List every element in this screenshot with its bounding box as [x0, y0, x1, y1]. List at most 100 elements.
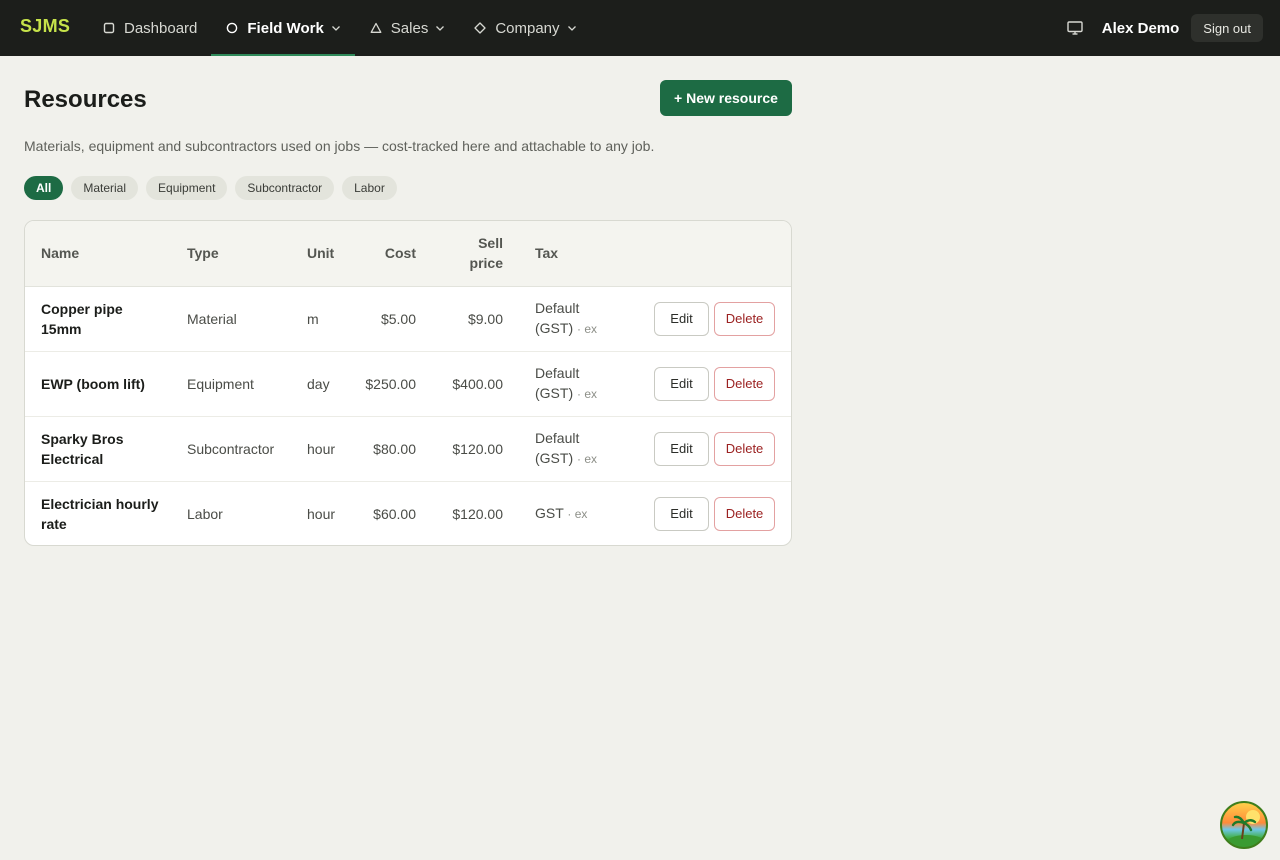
tax-text: (GST): [535, 385, 574, 401]
nav-label: Dashboard: [124, 19, 198, 37]
island-icon: [1226, 810, 1266, 847]
tax-text: Default: [535, 430, 580, 446]
filter-chip-all[interactable]: All: [24, 176, 64, 200]
chevron-down-icon: [435, 23, 445, 33]
table-row: Electrician hourly rate Labor hour $60.00…: [25, 481, 791, 545]
page-title: Resources: [24, 86, 147, 113]
resource-type: Material: [187, 286, 307, 352]
nav-item-company[interactable]: Company: [459, 0, 590, 56]
diamond-icon: [473, 21, 487, 35]
user-name: Alex Demo: [1101, 19, 1180, 37]
sign-out-button[interactable]: Sign out: [1191, 14, 1263, 42]
resources-table-card: Name Type Unit Cost Sell price Tax Copper…: [24, 220, 792, 546]
triangle-icon: [369, 21, 383, 35]
name-text: Electrician hourly: [41, 495, 159, 512]
name-text: Electrical: [41, 450, 104, 467]
nav-label: Field Work: [247, 19, 324, 37]
resource-type: Labor: [187, 505, 223, 522]
tax-text: Default: [535, 300, 580, 316]
nav-label: Sales: [390, 19, 429, 37]
nav-item-field-work[interactable]: Field Work: [211, 0, 356, 56]
column-header-type: Type: [187, 221, 307, 287]
row-actions: Edit Delete: [619, 416, 791, 482]
tax-text: (GST): [535, 450, 574, 466]
delete-button[interactable]: Delete: [714, 301, 775, 336]
resource-name: Sparky Bros Electrical: [25, 416, 187, 482]
resource-unit: day: [307, 351, 351, 417]
resources-table: Name Type Unit Cost Sell price Tax Copper…: [25, 221, 791, 545]
resource-cost: $5.00: [351, 286, 416, 352]
resource-tax: GST · ex: [503, 481, 619, 545]
circle-icon: [225, 21, 239, 35]
resource-tax: Default (GST) · ex: [503, 416, 619, 482]
row-actions: Edit Delete: [619, 351, 791, 417]
table-row: Sparky Bros Electrical Subcontractor hour…: [25, 416, 791, 482]
row-actions: Edit Delete: [619, 481, 791, 545]
resource-sell-price: $120.00: [452, 505, 503, 522]
resource-unit: m: [307, 286, 351, 352]
table-header-row: Name Type Unit Cost Sell price Tax: [25, 221, 791, 287]
name-text: EWP (boom lift): [41, 375, 145, 392]
edit-button[interactable]: Edit: [654, 496, 709, 531]
new-resource-button[interactable]: + New resource: [660, 80, 792, 116]
user-area: Alex Demo Sign out: [1066, 12, 1263, 44]
header-text: Sell: [478, 235, 503, 252]
resource-name: Copper pipe 15mm: [25, 286, 187, 352]
table-row: Copper pipe 15mm Material m $5.00 $9.00 D…: [25, 286, 791, 352]
filter-chip-labor[interactable]: Labor: [342, 176, 397, 200]
tax-text: GST: [535, 505, 564, 522]
name-text: 15mm: [41, 320, 82, 337]
top-navigation-bar: SJMS Dashboard Field Work Sales Company …: [0, 0, 1280, 56]
nav-item-sales[interactable]: Sales: [355, 0, 460, 56]
resource-cost: $80.00: [351, 416, 416, 482]
tax-mode: · ex: [567, 507, 588, 522]
edit-button[interactable]: Edit: [654, 301, 709, 336]
name-text: Copper pipe: [41, 300, 123, 317]
name-text: Sparky Bros: [41, 430, 124, 447]
delete-button[interactable]: Delete: [714, 496, 775, 531]
resource-sell-price: $400.00: [416, 351, 503, 417]
table-row: EWP (boom lift) Equipment day $250.00 $4…: [25, 351, 791, 417]
monitor-icon[interactable]: [1066, 19, 1084, 37]
resource-type: Equipment: [187, 351, 307, 417]
main-nav: Dashboard Field Work Sales Company: [88, 0, 591, 56]
tax-mode: · ex: [577, 322, 598, 336]
type-filter-chips: All Material Equipment Subcontractor Lab…: [24, 176, 397, 200]
edit-button[interactable]: Edit: [654, 431, 709, 466]
column-header-unit: Unit: [307, 221, 351, 287]
row-actions: Edit Delete: [619, 286, 791, 352]
column-header-name: Name: [25, 221, 187, 287]
header-text: price: [469, 255, 503, 272]
app-logo[interactable]: SJMS: [20, 16, 70, 37]
resource-sell-price: $120.00: [416, 416, 503, 482]
resource-cost: $60.00: [373, 505, 416, 522]
name-text: rate: [41, 515, 67, 532]
resource-tax: Default (GST) · ex: [503, 351, 619, 417]
delete-button[interactable]: Delete: [714, 366, 775, 401]
delete-button[interactable]: Delete: [714, 431, 775, 466]
chevron-down-icon: [331, 23, 341, 33]
tax-mode: · ex: [577, 387, 598, 401]
column-header-tax: Tax: [503, 221, 619, 287]
square-icon: [102, 21, 116, 35]
resource-unit: hour: [307, 416, 351, 482]
resource-unit: hour: [307, 505, 336, 522]
resource-cost: $250.00: [351, 351, 416, 417]
tax-mode: · ex: [577, 452, 598, 466]
nav-item-dashboard[interactable]: Dashboard: [88, 0, 211, 56]
resource-name: EWP (boom lift): [25, 351, 187, 417]
filter-chip-equipment[interactable]: Equipment: [146, 176, 228, 200]
tax-text: Default: [535, 365, 580, 381]
assistant-avatar-button[interactable]: [1220, 801, 1268, 849]
resource-name: Electrician hourly rate: [25, 481, 187, 545]
resource-tax: Default (GST) · ex: [503, 286, 619, 352]
column-header-cost: Cost: [351, 221, 416, 287]
tax-text: (GST): [535, 320, 574, 336]
filter-chip-subcontractor[interactable]: Subcontractor: [235, 176, 335, 200]
column-header-actions: [619, 221, 791, 287]
nav-label: Company: [495, 19, 560, 37]
filter-chip-material[interactable]: Material: [71, 176, 139, 200]
resource-type: Subcontractor: [187, 416, 307, 482]
resource-sell-price: $9.00: [416, 286, 503, 352]
edit-button[interactable]: Edit: [654, 366, 709, 401]
